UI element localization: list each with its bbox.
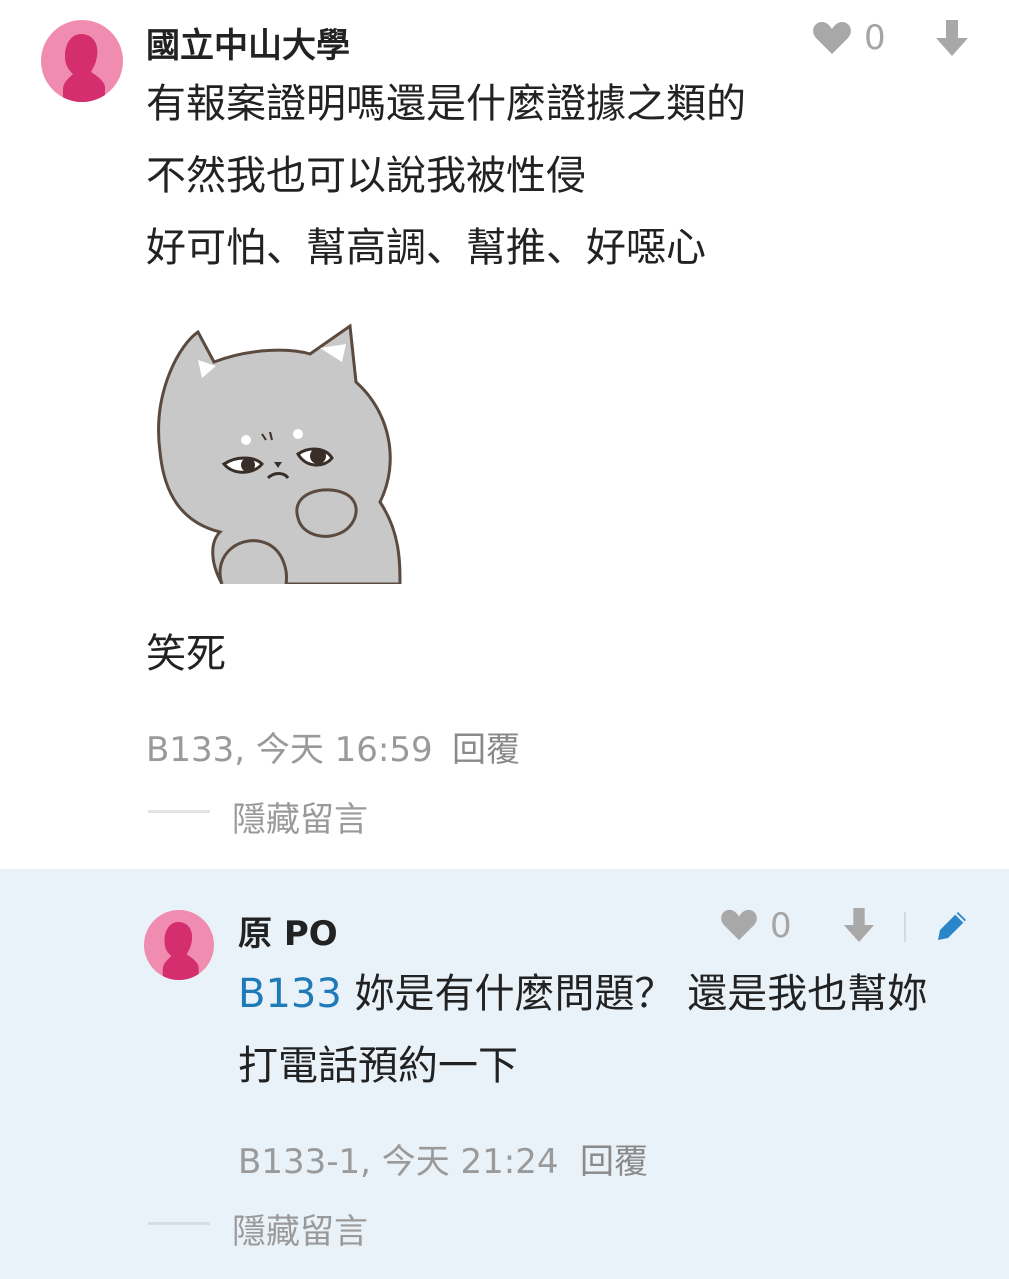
avatar[interactable] — [41, 20, 123, 102]
heart-icon[interactable] — [812, 20, 852, 56]
comment-line: 不然我也可以說我被性侵 — [146, 153, 586, 199]
like-count: 0 — [864, 18, 886, 58]
divider — [904, 912, 906, 942]
avatar[interactable] — [144, 910, 214, 980]
user-silhouette-icon — [162, 921, 199, 980]
mention-link[interactable]: B133 — [238, 971, 342, 1017]
user-silhouette-icon — [63, 34, 105, 102]
heart-icon[interactable] — [720, 908, 758, 942]
downvote-arrow-icon[interactable] — [842, 906, 876, 944]
divider — [148, 1222, 210, 1225]
hide-comment-button[interactable]: 隱藏留言 — [232, 792, 368, 841]
floor-timestamp: B133, 今天 16:59 — [146, 730, 433, 770]
downvote-arrow-icon[interactable] — [934, 18, 970, 58]
hide-comment-button[interactable]: 隱藏留言 — [232, 1204, 368, 1253]
comment-author[interactable]: 國立中山大學 — [146, 18, 350, 67]
reply-line: 打電話預約一下 — [238, 1043, 518, 1089]
reply-button[interactable]: 回覆 — [452, 722, 520, 771]
gray-cat-sticker-icon — [150, 322, 405, 586]
floor-timestamp: B133-1, 今天 21:24 — [238, 1142, 559, 1182]
comment-line: 好可怕、幫高調、幫推、好噁心 — [146, 225, 706, 271]
reply-author[interactable]: 原 PO — [238, 906, 338, 955]
reply-button[interactable]: 回覆 — [580, 1134, 648, 1183]
comment-text: 笑死 — [146, 631, 226, 677]
edit-pencil-icon[interactable] — [934, 908, 970, 944]
divider — [148, 810, 210, 813]
comment-line: 有報案證明嗎還是什麼證據之類的 — [146, 81, 746, 127]
reply-line: B133 妳是有什麼問題？ 還是我也幫妳 — [238, 971, 928, 1017]
like-count: 0 — [770, 906, 792, 946]
